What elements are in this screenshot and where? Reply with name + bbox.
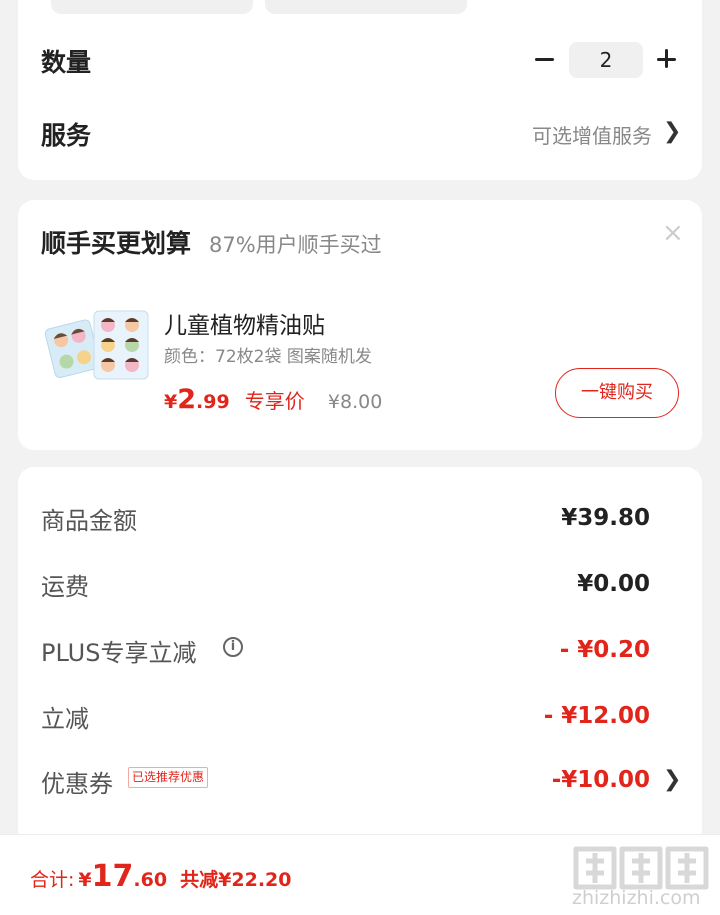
plus-discount-value: - ¥0.20 [559, 637, 650, 663]
coupon-label: 优惠券 [41, 770, 113, 798]
checkout-bar: 合计: ¥17.60 共减¥22.20 zhizhizhi.com [0, 834, 720, 915]
product-spec: 颜色：72枚2袋 图案随机发 [164, 347, 372, 367]
watermark-text: zhizhizhi.com [572, 887, 701, 909]
price-summary-card: 商品金额 ¥39.80 运费 ¥0.00 PLUS专享立减 i - ¥0.20 … [18, 467, 702, 847]
spec-option-50ml[interactable]: 50ml [51, 0, 253, 14]
original-price: ¥8.00 [327, 391, 383, 413]
one-click-buy-button[interactable]: 一键购买 [555, 368, 679, 418]
minus-icon[interactable] [533, 44, 557, 74]
product-price: ¥2.99 专享价 ¥8.00 [164, 384, 382, 415]
price-integer: 2 [177, 384, 197, 415]
product-thumbnail[interactable] [44, 305, 154, 385]
total-integer: 17 [91, 859, 134, 894]
total-symbol: ¥ [78, 869, 92, 891]
coupon-value[interactable]: -¥10.00 [552, 767, 650, 793]
price-decimal: .99 [196, 391, 230, 413]
info-icon[interactable]: i [223, 637, 243, 657]
bundle-subtitle: 87%用户顺手买过 [209, 233, 382, 257]
bundle-recommendation-card: 顺手买更划算 87%用户顺手买过 × 儿童植物精油贴 颜色：72枚2袋 图案随机… [18, 200, 702, 450]
total-decimal: .60 [133, 869, 168, 891]
total-saved: 共减¥22.20 [180, 869, 292, 891]
instant-discount-value: - ¥12.00 [543, 703, 650, 729]
order-total: 合计: ¥17.60 共减¥22.20 [30, 859, 291, 894]
spec-option-label: 50ml [51, 0, 253, 1]
shipping-label: 运费 [41, 573, 89, 601]
total-label: 合计: [30, 869, 75, 891]
quantity-label: 数量 [41, 48, 92, 77]
goods-amount-value: ¥39.80 [561, 505, 650, 531]
instant-discount-label: 立减 [41, 705, 89, 733]
product-name[interactable]: 儿童植物精油贴 [164, 306, 325, 340]
service-hint[interactable]: 可选增值服务 [532, 120, 652, 149]
chevron-right-icon[interactable]: ❯ [663, 119, 681, 144]
service-label: 服务 [41, 121, 92, 150]
shipping-value: ¥0.00 [577, 571, 650, 597]
chevron-right-icon[interactable]: ❯ [663, 767, 681, 792]
price-symbol: ¥ [164, 391, 178, 413]
close-icon[interactable]: × [662, 220, 684, 246]
coupon-badge: 已选推荐优惠 [128, 767, 209, 788]
spec-option-100ml[interactable]: 100ml [265, 0, 467, 14]
bundle-title: 顺手买更划算 [41, 229, 192, 258]
price-tag: 专享价 [244, 389, 305, 413]
quantity-input[interactable]: 2 [569, 42, 643, 78]
spec-option-label: 100ml [265, 0, 467, 1]
product-options-card: 50ml 100ml 数量 2 服务 可选增值服务 ❯ [18, 0, 702, 180]
plus-discount-label: PLUS专享立减 [41, 639, 197, 667]
goods-amount-label: 商品金额 [41, 507, 137, 535]
plus-icon[interactable] [655, 44, 679, 74]
